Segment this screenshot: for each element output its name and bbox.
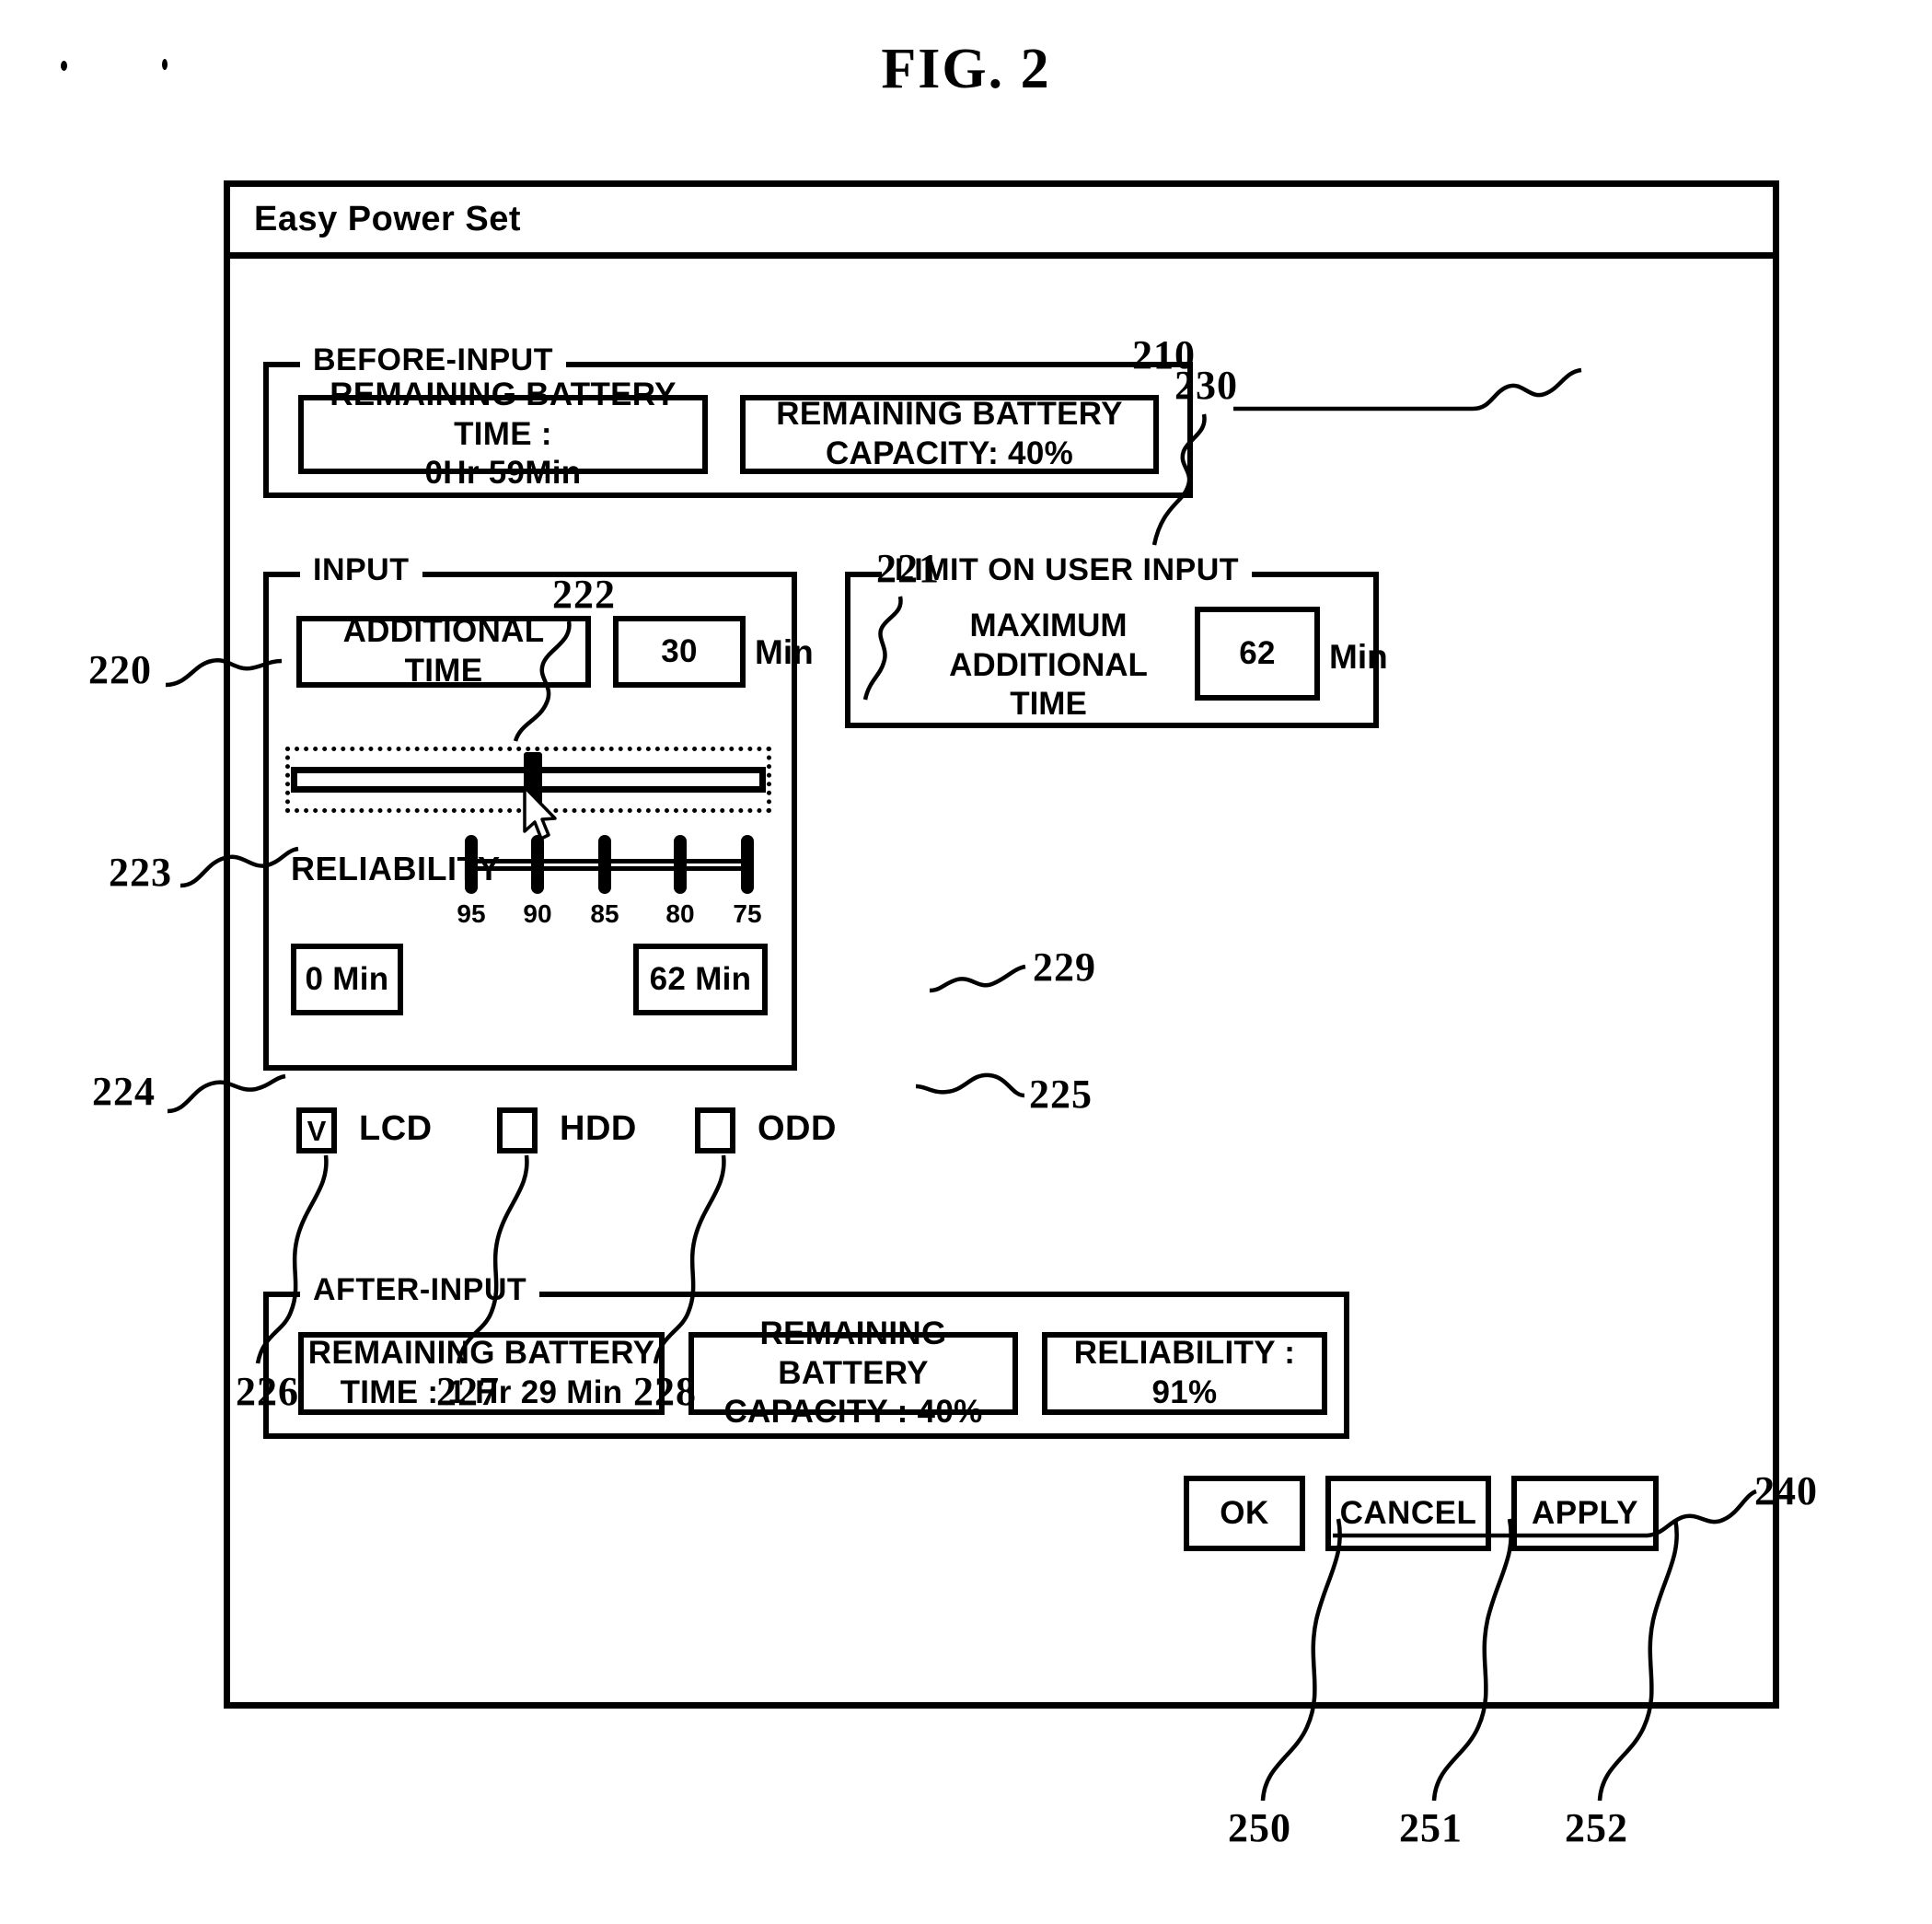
before-remaining-battery-time-line1: REMAINING BATTERY TIME : [330,376,677,452]
reference-numeral-228: 228 [633,1369,697,1414]
maximum-additional-time-label: MAXIMUM ADDITIONAL TIME [915,607,1182,724]
maximum-additional-time-value-box: 62 [1195,607,1320,701]
checkbox-odd-label: ODD [758,1109,837,1148]
reliability-tick-label: 85 [590,899,619,928]
leader-line-224 [167,1073,286,1114]
before-remaining-battery-time-line2: 0Hr 59Min [424,455,582,492]
reference-numeral-250: 250 [1228,1805,1291,1850]
reliability-tick-label: 75 [733,899,762,928]
scan-speck [162,59,168,70]
reference-numeral-227: 227 [436,1369,500,1414]
reliability-tick-label: 90 [523,899,552,928]
leader-line-229 [929,964,1026,993]
reference-numeral-220: 220 [88,647,152,692]
additional-time-input[interactable]: 30 [613,616,746,688]
dialog-titlebar: Easy Power Set [230,187,1773,259]
slider-max-value-box: 62 Min [633,944,768,1015]
slider-min-value-box: 0 Min [291,944,403,1015]
dialog-title: Easy Power Set [254,200,522,238]
after-reliability: RELIABILITY : 91% [1042,1332,1327,1415]
leader-line-230 [1151,413,1207,546]
before-input-group-label: BEFORE-INPUT [300,342,566,378]
leader-line-225 [915,1072,1025,1098]
after-remaining-battery-capacity-line2: CAPACITY : 40% [723,1394,983,1431]
slider-max-value: 62 Min [649,960,752,997]
maximum-additional-time-unit: Min [1329,638,1388,676]
reliability-tick-label: 95 [457,899,486,928]
slider-min-value: 0 Min [305,960,389,997]
reference-numeral-225: 225 [1029,1072,1093,1117]
leader-line-222 [513,620,572,742]
before-remaining-battery-capacity: REMAINING BATTERY CAPACITY: 40% [740,395,1159,474]
leader-line-251 [1431,1518,1513,1802]
before-remaining-battery-capacity-line2: CAPACITY: 40% [825,435,1074,471]
reference-numeral-222: 222 [552,572,616,617]
additional-time-unit: Min [755,633,814,671]
reliability-tick-label: 80 [665,899,695,928]
checkbox-lcd-mark: V [307,1114,327,1147]
reference-numeral-223: 223 [109,850,172,895]
reference-numeral-252: 252 [1565,1805,1628,1850]
after-reliability-value: RELIABILITY : 91% [1073,1335,1296,1410]
scan-speck [61,61,67,71]
reference-numeral-226: 226 [236,1369,299,1414]
reference-numeral-230: 230 [1174,363,1238,408]
reference-numeral-251: 251 [1399,1805,1463,1850]
leader-line-227 [456,1154,529,1364]
checkbox-hdd[interactable] [497,1107,538,1153]
checkbox-lcd-label: LCD [359,1109,433,1148]
before-remaining-battery-time: REMAINING BATTERY TIME : 0Hr 59Min [298,377,708,491]
after-input-group: AFTER-INPUT REMAINING BATTERY TIME : 1 H… [263,1272,1349,1439]
maximum-additional-time-value: 62 [1239,634,1276,671]
checkbox-hdd-label: HDD [560,1109,637,1148]
input-group-label: INPUT [300,552,422,588]
before-input-group: BEFORE-INPUT REMAINING BATTERY TIME : 0H… [263,342,1193,498]
maximum-additional-time-label-line2: ADDITIONAL TIME [949,646,1148,723]
leader-line-223 [179,846,299,888]
leader-line-228 [653,1154,726,1364]
figure-title: FIG. 2 [881,38,1051,100]
before-remaining-battery-capacity-line1: REMAINING BATTERY [776,396,1123,433]
leader-line-252 [1597,1518,1679,1802]
checkbox-odd[interactable] [695,1107,735,1153]
reliability-tick [465,835,478,894]
maximum-additional-time-label-line1: MAXIMUM [969,608,1128,643]
additional-time-value: 30 [661,632,698,669]
reliability-tick [741,835,754,894]
leader-line-221 [862,596,903,701]
reliability-tick [674,835,687,894]
reference-numeral-221: 221 [876,546,940,591]
reference-numeral-229: 229 [1033,945,1096,990]
leader-line-250 [1260,1518,1342,1802]
leader-line-226 [255,1154,329,1364]
reference-numeral-224: 224 [92,1069,156,1114]
checkbox-lcd[interactable]: V [296,1107,337,1153]
leader-line-210 [1233,367,1582,411]
leader-line-220 [165,658,283,688]
